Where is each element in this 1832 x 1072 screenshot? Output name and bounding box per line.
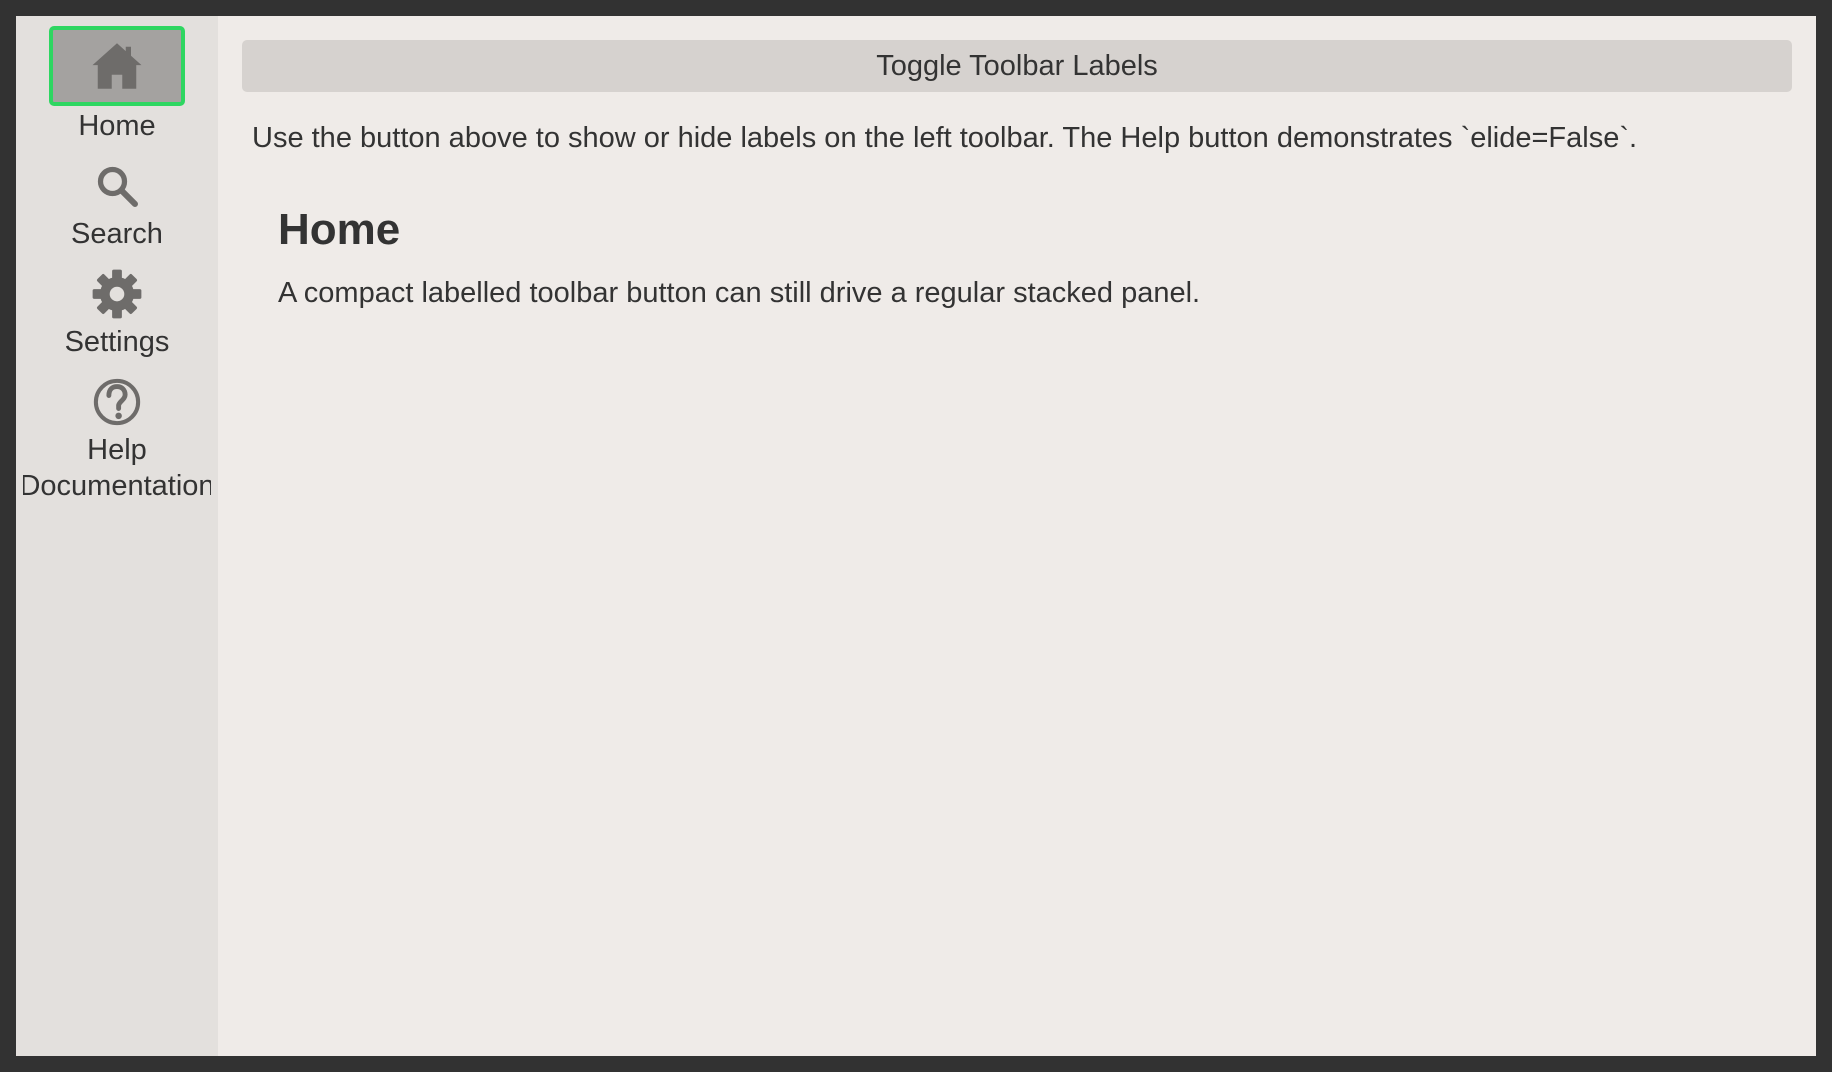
toolbar-label-help-line1: Help	[87, 434, 147, 466]
toolbar-button-help[interactable]: Help Documentation	[16, 374, 218, 504]
toolbar-button-help-icon-frame[interactable]	[49, 374, 185, 430]
toolbar-button-settings[interactable]: Settings	[16, 266, 218, 360]
toolbar-button-home-icon-frame[interactable]	[49, 26, 185, 106]
toolbar-button-settings-icon-frame[interactable]	[49, 266, 185, 322]
toggle-toolbar-labels-button[interactable]: Toggle Toolbar Labels	[242, 40, 1792, 92]
panel-title: Home	[278, 205, 401, 254]
toolbar-label-home: Home	[78, 110, 156, 142]
left-toolbar: Home Search Settings Help Documentation	[16, 16, 218, 1056]
toolbar-label-settings: Settings	[64, 326, 170, 358]
main-content: Toggle Toolbar Labels Use the button abo…	[218, 16, 1816, 1056]
toolbar-label-help-line2: Documentation	[23, 470, 211, 502]
home-icon	[92, 43, 142, 89]
help-icon	[93, 378, 141, 426]
toolbar-label-help-clip: Documentation	[23, 468, 211, 504]
search-icon	[97, 166, 138, 207]
toolbar-button-home[interactable]: Home	[16, 26, 218, 144]
panel-description: A compact labelled toolbar button can st…	[278, 277, 1201, 309]
toolbar-button-search[interactable]: Search	[16, 158, 218, 252]
toolbar-label-search: Search	[71, 218, 163, 250]
gear-icon	[92, 269, 142, 319]
toolbar-button-search-icon-frame[interactable]	[49, 158, 185, 214]
instructions-text: Use the button above to show or hide lab…	[252, 122, 1638, 154]
stacked-panel: Home A compact labelled toolbar button c…	[278, 205, 1792, 310]
app-window: Home Search Settings Help Documentation …	[16, 16, 1816, 1056]
